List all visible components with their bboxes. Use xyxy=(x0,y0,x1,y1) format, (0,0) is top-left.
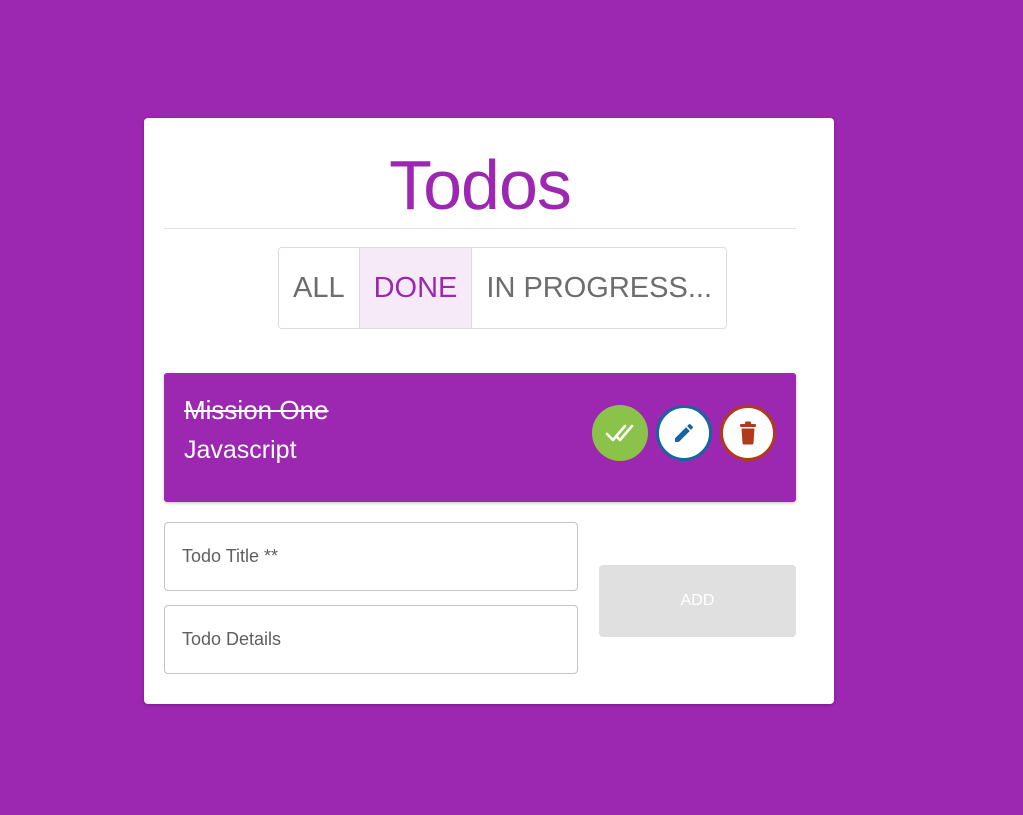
todo-title: Mission One xyxy=(184,395,329,425)
delete-button[interactable] xyxy=(720,405,776,461)
todo-title-input[interactable] xyxy=(164,522,578,591)
mark-done-button[interactable] xyxy=(592,405,648,461)
title-divider xyxy=(164,228,796,229)
pencil-icon xyxy=(675,423,694,442)
todo-card: Todos ALL DONE IN PROGRESS... Mission On… xyxy=(144,118,834,704)
todo-details-input[interactable] xyxy=(164,605,578,674)
page-title: Todos xyxy=(389,146,572,224)
double-check-icon xyxy=(605,424,634,442)
filter-tabs: ALL DONE IN PROGRESS... xyxy=(278,247,728,329)
todo-item: Mission One Javascript xyxy=(164,373,796,502)
filter-in-progress-button[interactable]: IN PROGRESS... xyxy=(471,248,727,328)
filter-done-button[interactable]: DONE xyxy=(358,248,472,328)
edit-button[interactable] xyxy=(656,405,712,461)
todo-details: Javascript xyxy=(184,436,297,464)
trash-icon xyxy=(740,421,756,445)
filter-all-button[interactable]: ALL xyxy=(279,248,359,328)
add-button[interactable]: ADD xyxy=(599,565,796,637)
